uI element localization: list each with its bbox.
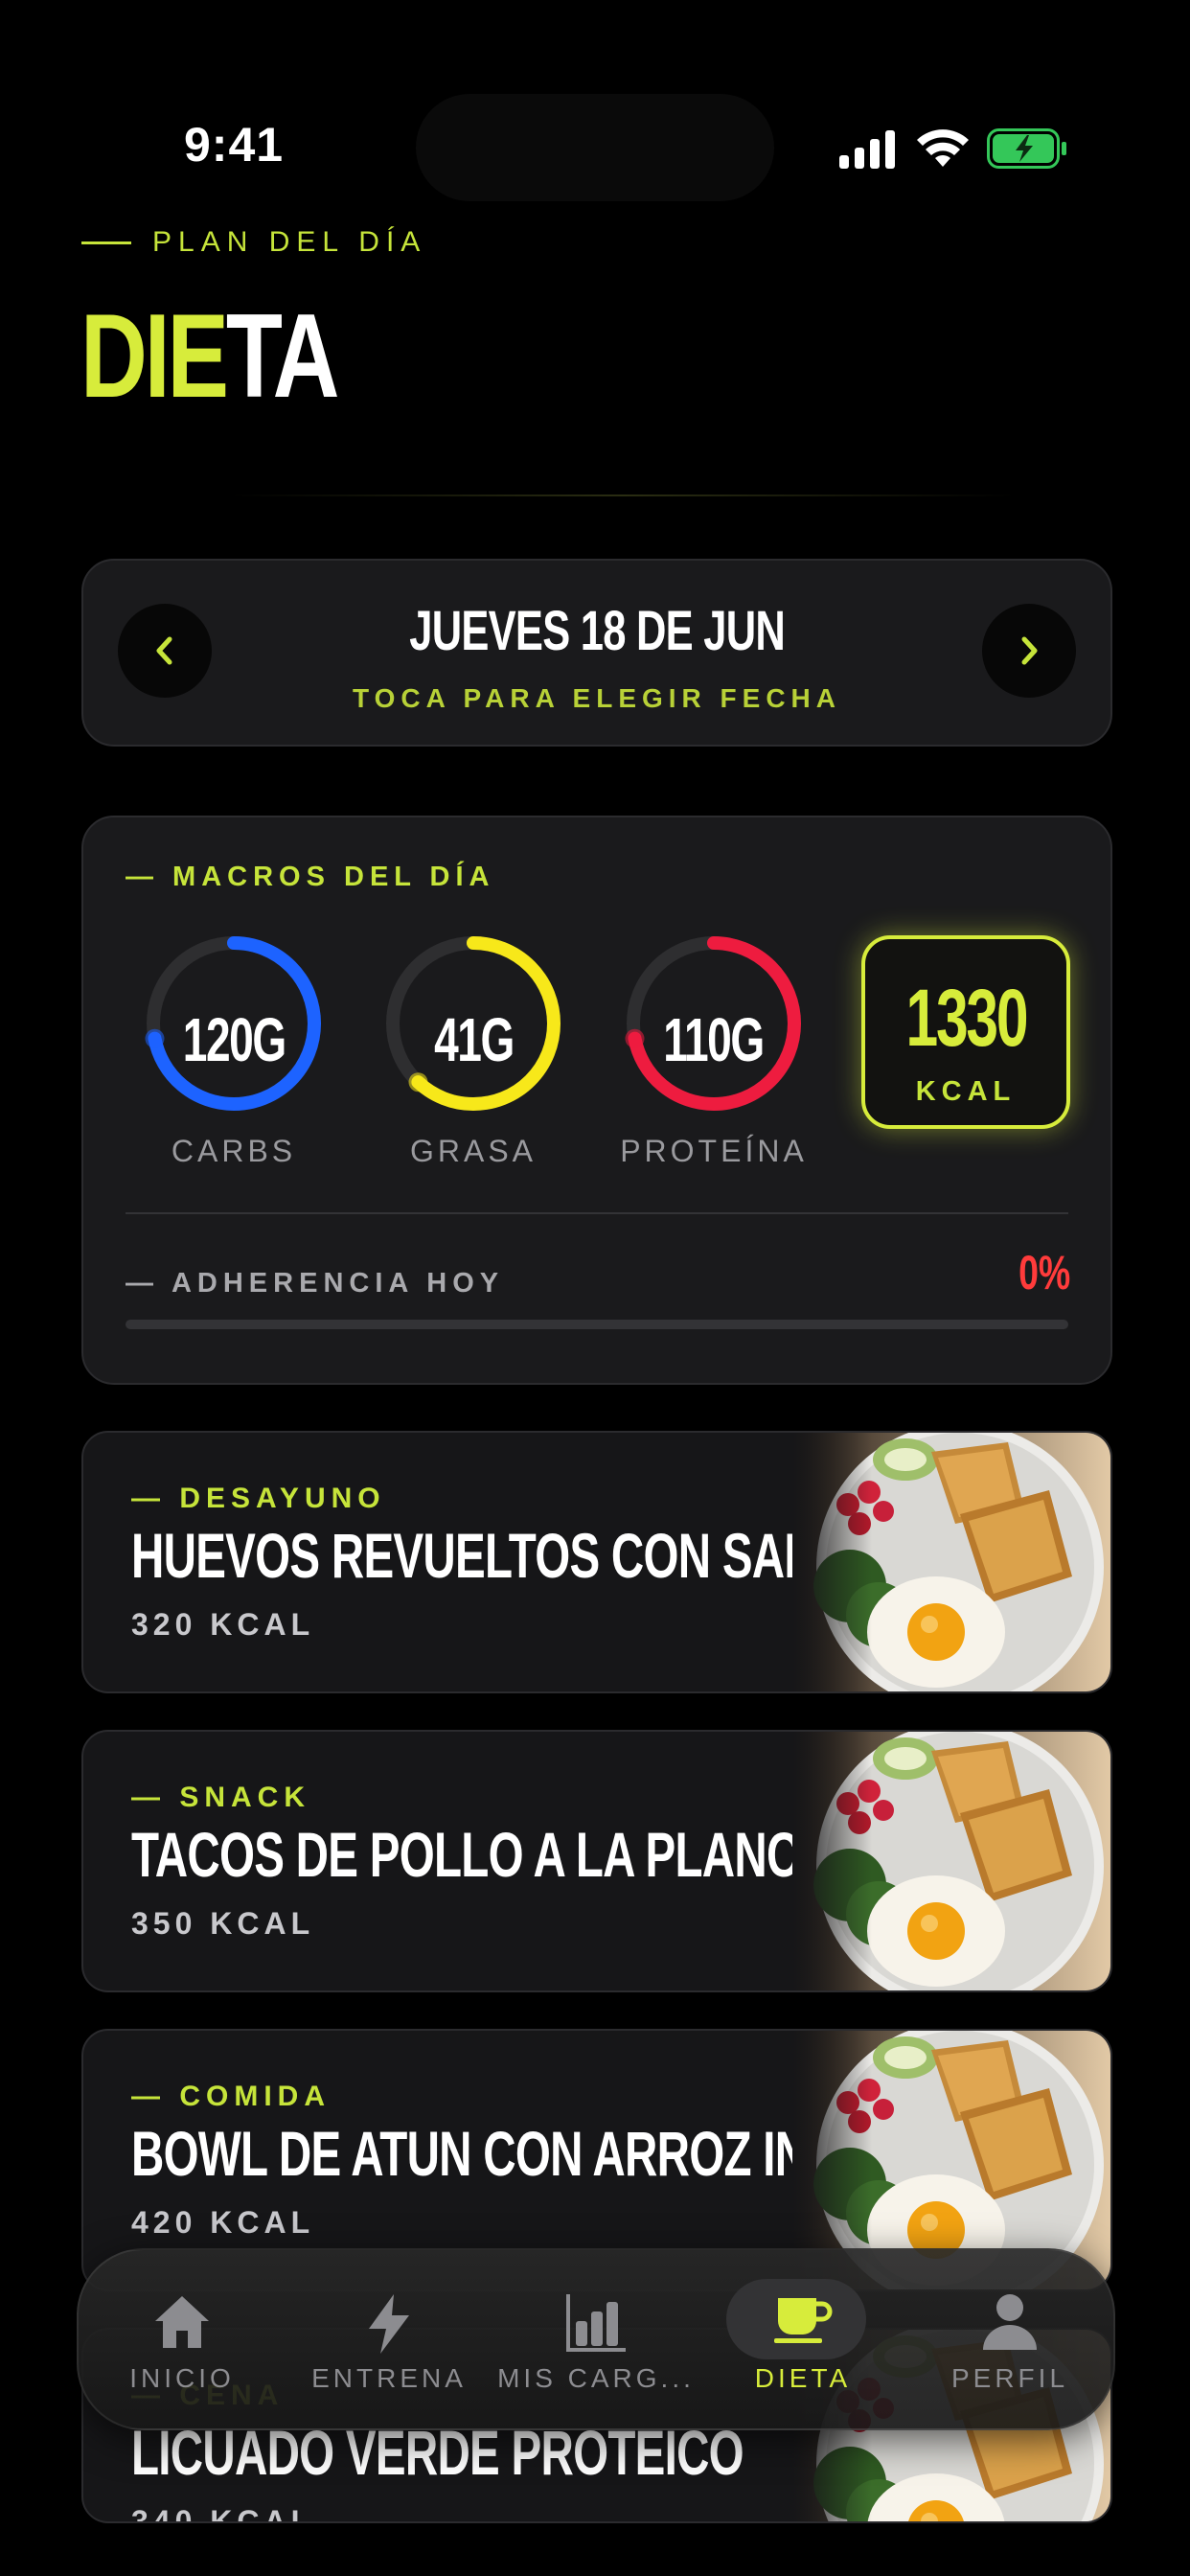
macros-separator — [126, 1212, 1068, 1214]
tab-label: ENTRENA — [311, 2363, 467, 2393]
status-time: 9:41 — [184, 118, 285, 172]
date-selector-card[interactable]: JUEVES 18 DE JUN TOCA PARA ELEGIR FECHA — [81, 559, 1112, 747]
calories-box: 1330 KCAL — [861, 935, 1070, 1129]
date-picker-hint: TOCA PARA ELEGIR FECHA — [352, 683, 841, 713]
meal-photo — [792, 1732, 1110, 1990]
tab-inicio[interactable]: INICIO — [79, 2250, 286, 2428]
carbs-label: CARBS — [171, 1134, 297, 1168]
calories-label: KCAL — [915, 1076, 1017, 1107]
adherence-progress-bar — [126, 1320, 1068, 1329]
meal-calories: 320 KCAL — [131, 1607, 315, 1642]
page-kicker: PLAN DEL DÍA — [81, 226, 426, 259]
cellular-signal-icon — [839, 130, 895, 169]
meal-card[interactable]: — DESAYUNO HUEVOS REVUELTOS CON SAL... 320… — [81, 1431, 1112, 1693]
dynamic-island — [416, 94, 774, 201]
tab-mis-cargas[interactable]: MIS CARG... — [492, 2250, 699, 2428]
protein-label: PROTEÍNA — [620, 1134, 808, 1168]
person-icon — [983, 2294, 1037, 2350]
kicker-text: PLAN DEL DÍA — [152, 226, 427, 258]
meal-name: TACOS DE POLLO A LA PLANC... — [131, 1819, 835, 1890]
calories-value: 1330 — [905, 973, 1028, 1063]
meal-calories: 350 KCAL — [131, 1906, 315, 1941]
title-rest: TA — [225, 290, 340, 423]
macros-heading: — MACROS DEL DÍA — [126, 862, 495, 892]
header-divider — [230, 494, 1016, 496]
meal-card[interactable]: — SNACK TACOS DE POLLO A LA PLANC... 350 K… — [81, 1730, 1112, 1992]
meal-calories: 340 KCAL — [131, 2504, 315, 2523]
fat-label: GRASA — [409, 1134, 538, 1168]
tab-entrena[interactable]: ENTRENA — [286, 2250, 492, 2428]
meal-name: HUEVOS REVUELTOS CON SAL... — [131, 1520, 848, 1591]
macros-card: — MACROS DEL DÍA 120G CARBS 41G GRASA 11… — [81, 816, 1112, 1385]
tab-label: INICIO — [129, 2363, 235, 2393]
tab-label: PERFIL — [950, 2363, 1069, 2393]
tab-label: MIS CARG... — [497, 2363, 695, 2393]
page-title: DIETA — [80, 297, 340, 416]
fat-value: 41G — [433, 1005, 515, 1074]
bottom-tab-bar: INICIO ENTRENA MIS CARG... DIETA PERFIL — [77, 2248, 1115, 2430]
adherence-percent: 0% — [1018, 1246, 1070, 1300]
cup-icon — [774, 2298, 833, 2343]
title-highlight: DIE — [80, 290, 229, 423]
adherence-label: — ADHERENCIA HOY — [126, 1268, 505, 1299]
meal-photo — [792, 1433, 1110, 1691]
meal-type: — SNACK — [131, 1782, 311, 1813]
selected-date[interactable]: JUEVES 18 DE JUN — [83, 599, 1110, 663]
tab-dieta[interactable]: DIETA — [699, 2250, 906, 2428]
meal-name: BOWL DE ATUN CON ARROZ IN... — [131, 2118, 843, 2189]
meal-calories: 420 KCAL — [131, 2205, 315, 2240]
bar-chart-icon — [566, 2294, 626, 2352]
carbs-value: 120G — [182, 1005, 286, 1074]
battery-charging-icon — [987, 128, 1066, 169]
wifi-icon — [917, 129, 969, 167]
ring-end-dot — [408, 1072, 428, 1092]
chevron-right-icon — [1021, 636, 1038, 665]
protein-value: 110G — [663, 1005, 766, 1074]
kicker-dash — [81, 241, 131, 244]
next-day-button[interactable] — [982, 604, 1076, 698]
bolt-icon — [369, 2294, 409, 2354]
meal-type: — COMIDA — [131, 2081, 331, 2112]
meal-type: — DESAYUNO — [131, 1483, 386, 1514]
tab-label: DIETA — [754, 2363, 852, 2393]
tab-perfil[interactable]: PERFIL — [906, 2250, 1113, 2428]
home-icon — [155, 2296, 209, 2348]
